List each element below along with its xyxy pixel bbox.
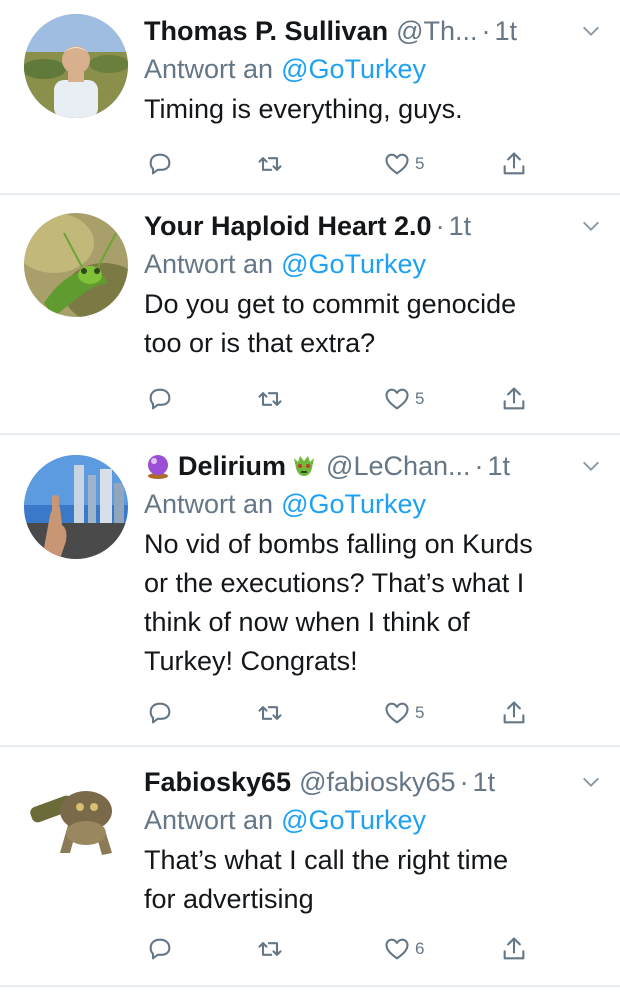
reply-icon: [149, 938, 171, 960]
share-button[interactable]: [500, 699, 528, 727]
reply-prefix: Antwort an: [144, 53, 274, 84]
chevron-down-icon[interactable]: [580, 20, 602, 42]
author-handle[interactable]: @Th...: [396, 16, 477, 47]
reply-mention-link[interactable]: @GoTurkey: [281, 249, 426, 280]
tweet[interactable]: Your Haploid Heart 2.0 · 1t Antwort an @…: [0, 195, 620, 435]
timestamp[interactable]: 1t: [449, 211, 472, 242]
like-count: 5: [415, 389, 425, 408]
separator-dot: ·: [459, 766, 469, 797]
tweet-header: Fabiosky65 @fabiosky65 · 1t: [144, 763, 602, 801]
retweet-button[interactable]: [256, 385, 284, 413]
reply-context: Antwort an @GoTurkey: [144, 50, 602, 88]
tweet-header: Your Haploid Heart 2.0 · 1t: [144, 207, 602, 245]
share-icon: [503, 152, 525, 175]
avatar[interactable]: [24, 767, 128, 871]
share-button[interactable]: [500, 385, 528, 413]
action-bar: 5: [0, 385, 620, 419]
heart-icon: [385, 388, 409, 410]
reply-button[interactable]: [146, 935, 174, 963]
retweet-button[interactable]: [256, 699, 284, 727]
retweet-icon: [258, 392, 282, 406]
separator-dot: ·: [474, 450, 484, 481]
tweet[interactable]: Thomas P. Sullivan @Th... · 1t Antwort a…: [0, 0, 620, 195]
reply-mention-link[interactable]: @GoTurkey: [281, 489, 426, 520]
retweet-icon: [258, 157, 282, 171]
avatar[interactable]: [24, 14, 128, 118]
tweet-text-line: That’s what I call the right time: [144, 845, 509, 875]
tweet-text-line: for advertising: [144, 884, 314, 914]
reply-prefix: Antwort an: [144, 488, 274, 519]
crystal-ball-icon: [148, 455, 168, 479]
timestamp[interactable]: 1t: [473, 767, 496, 798]
author-name[interactable]: Fabiosky65: [144, 767, 291, 798]
like-button[interactable]: 6: [383, 935, 424, 963]
like-button[interactable]: 5: [383, 385, 424, 413]
tweet-text-line: Turkey! Congrats!: [144, 646, 358, 676]
heart-icon: [385, 938, 409, 960]
tweet-text-line: Do you get to commit genocide: [144, 289, 517, 319]
action-bar: 5: [0, 150, 620, 184]
author-handle[interactable]: @LeChan...: [326, 451, 471, 482]
tweet-header: Thomas P. Sullivan @Th... · 1t: [144, 12, 602, 50]
retweet-button[interactable]: [256, 935, 284, 963]
heart-icon: [385, 153, 409, 175]
chevron-down-icon[interactable]: [580, 771, 602, 793]
reply-icon: [149, 153, 171, 175]
reply-button[interactable]: [146, 699, 174, 727]
heart-icon: [385, 702, 409, 724]
author-name[interactable]: Thomas P. Sullivan: [144, 16, 388, 47]
share-icon: [503, 387, 525, 410]
like-count: 6: [415, 939, 425, 958]
tweet-text-line: or the executions? That’s what I: [144, 568, 525, 598]
reply-icon: [149, 702, 171, 724]
separator-dot: ·: [435, 210, 445, 241]
share-icon: [503, 937, 525, 960]
action-bar: 6: [0, 935, 620, 969]
like-count: 5: [415, 703, 425, 722]
tweet-text-line: No vid of bombs falling on Kurds: [144, 529, 533, 559]
avatar[interactable]: [24, 455, 128, 559]
tweet-text-line: Timing is everything, guys.: [144, 94, 463, 124]
tweet-feed: Thomas P. Sullivan @Th... · 1t Antwort a…: [0, 0, 620, 987]
tweet-text: No vid of bombs falling on Kurds or the …: [144, 525, 602, 681]
like-button[interactable]: 5: [383, 150, 424, 178]
tweet-text: Do you get to commit genocide too or is …: [144, 285, 602, 363]
reply-context: Antwort an @GoTurkey: [144, 485, 602, 523]
tweet[interactable]: Delirium @LeChan... · 1t Antwort an @GoT…: [0, 435, 620, 747]
reply-icon: [149, 388, 171, 410]
tweet-text: That’s what I call the right time for ad…: [144, 841, 602, 919]
share-button[interactable]: [500, 935, 528, 963]
tweet-header: Delirium @LeChan... · 1t: [144, 447, 602, 485]
reply-prefix: Antwort an: [144, 804, 274, 835]
retweet-icon: [258, 706, 282, 720]
reply-context: Antwort an @GoTurkey: [144, 801, 602, 839]
separator-dot: ·: [481, 15, 491, 46]
like-button[interactable]: 5: [383, 699, 424, 727]
retweet-button[interactable]: [256, 150, 284, 178]
tweet[interactable]: Fabiosky65 @fabiosky65 · 1t Antwort an @…: [0, 747, 620, 987]
like-count: 5: [415, 154, 425, 173]
reply-button[interactable]: [146, 150, 174, 178]
retweet-icon: [258, 942, 282, 956]
share-icon: [503, 701, 525, 724]
reply-mention-link[interactable]: @GoTurkey: [281, 805, 426, 836]
author-name[interactable]: Your Haploid Heart 2.0: [144, 211, 432, 242]
chevron-down-icon[interactable]: [580, 215, 602, 237]
chevron-down-icon[interactable]: [580, 455, 602, 477]
action-bar: 5: [0, 699, 620, 733]
reply-button[interactable]: [146, 385, 174, 413]
tweet-text-line: too or is that extra?: [144, 328, 376, 358]
timestamp[interactable]: 1t: [488, 451, 511, 482]
share-button[interactable]: [500, 150, 528, 178]
reply-mention-link[interactable]: @GoTurkey: [281, 54, 426, 85]
tweet-text-line: think of now when I think of: [144, 607, 470, 637]
tweet-text: Timing is everything, guys.: [144, 90, 602, 129]
author-name[interactable]: Delirium: [178, 451, 286, 482]
dragon-face-icon: [294, 456, 315, 476]
reply-context: Antwort an @GoTurkey: [144, 245, 602, 283]
avatar[interactable]: [24, 213, 128, 317]
author-handle[interactable]: @fabiosky65: [299, 767, 456, 798]
reply-prefix: Antwort an: [144, 248, 274, 279]
timestamp[interactable]: 1t: [495, 16, 518, 47]
